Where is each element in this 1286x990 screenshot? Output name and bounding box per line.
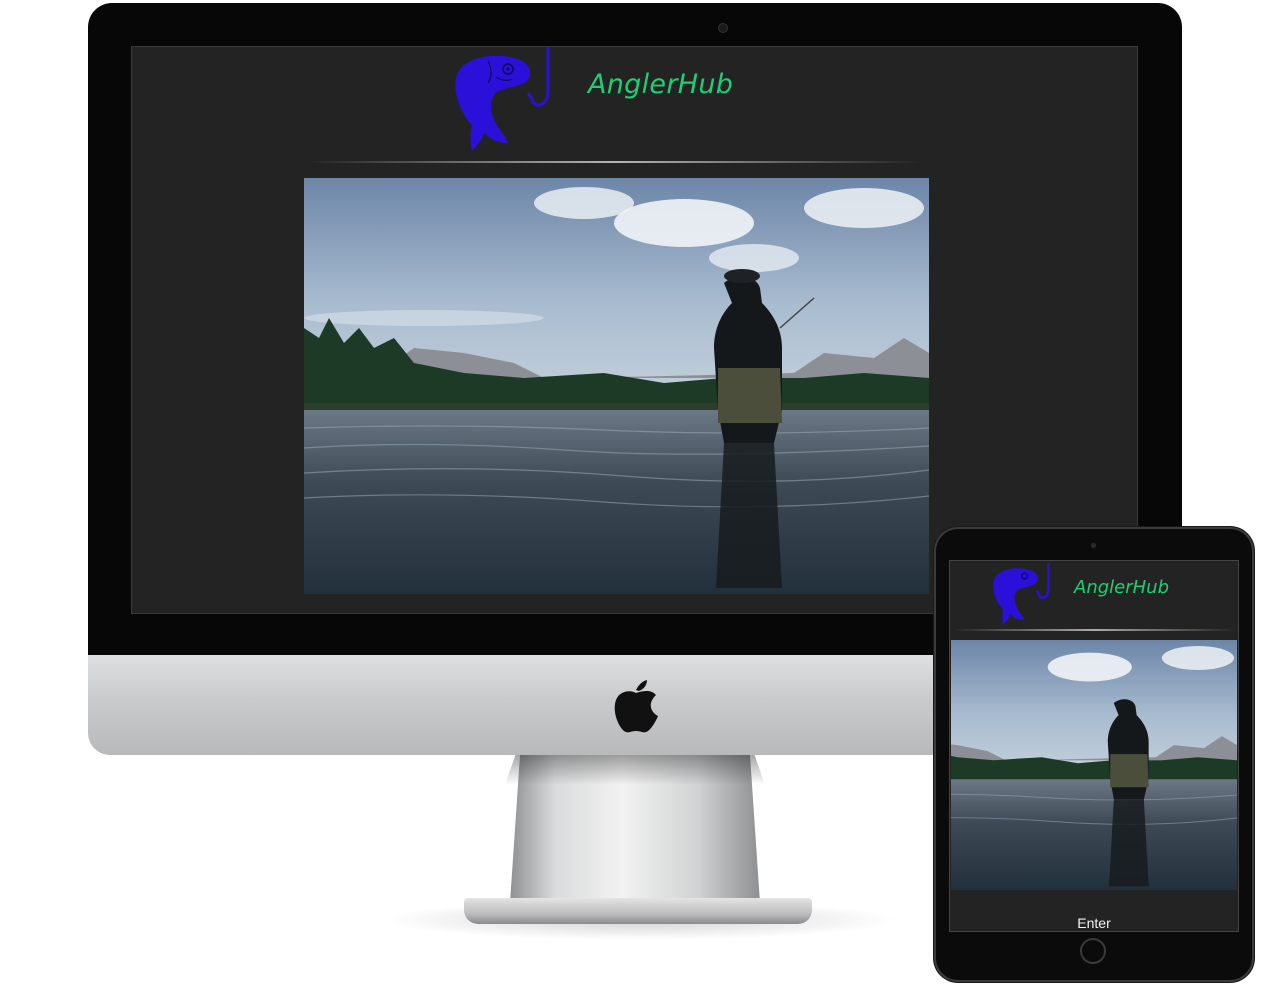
- hero-image: [304, 178, 929, 594]
- brand-title[interactable]: AnglerHub: [588, 69, 733, 100]
- hero-image: [951, 640, 1237, 890]
- tablet-home-button[interactable]: [1080, 938, 1106, 964]
- imac-stand-shadow: [505, 755, 765, 785]
- header-divider: [308, 161, 920, 163]
- header-divider: [952, 629, 1236, 631]
- apple-logo-icon: [614, 680, 658, 733]
- site-header: AnglerHub: [132, 47, 1137, 157]
- tablet-device: AnglerHub Enter: [934, 527, 1254, 982]
- imac-camera: [718, 23, 728, 33]
- enter-button[interactable]: Enter: [950, 915, 1238, 931]
- imac-foot: [464, 898, 812, 924]
- fish-hook-icon[interactable]: [448, 47, 556, 151]
- tablet-camera: [1091, 543, 1096, 548]
- brand-title[interactable]: AnglerHub: [1074, 577, 1169, 598]
- tablet-website-screen: AnglerHub Enter: [949, 560, 1239, 932]
- fish-hook-icon[interactable]: [986, 563, 1056, 625]
